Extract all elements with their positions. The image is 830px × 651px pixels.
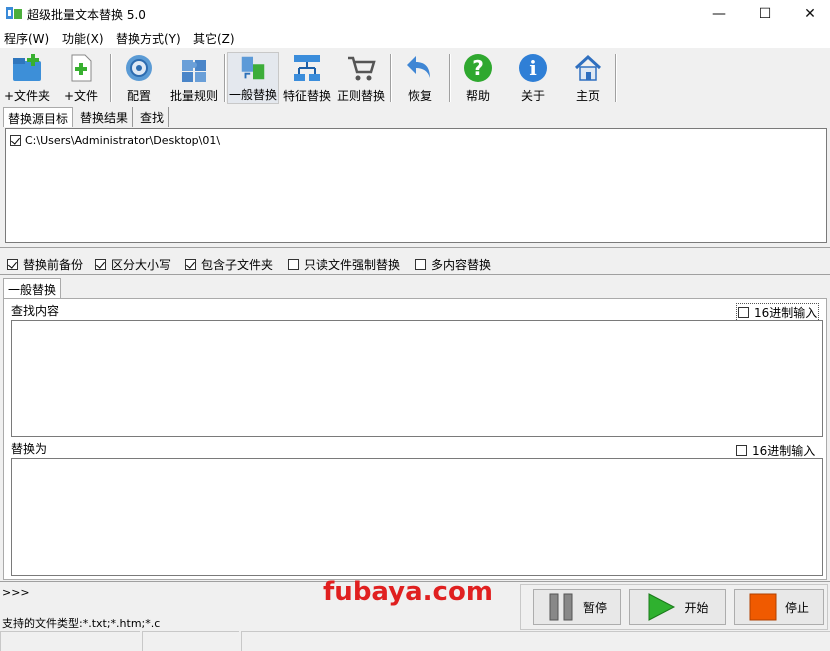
help-icon: ? [464,54,492,82]
stop-icon [749,593,777,621]
file-add-icon [71,54,92,82]
backup-checkbox[interactable] [7,259,18,270]
puzzle-icon [182,60,206,82]
readonly-force-option[interactable]: 只读文件强制替换 [288,256,400,273]
feature-replace-button[interactable]: 特征替换 [281,52,333,104]
network-icon [294,55,320,81]
undo-icon [407,56,430,78]
regex-replace-button[interactable]: 正则替换 [335,52,387,104]
pause-button[interactable]: 暂停 [533,589,621,625]
folder-add-icon [13,54,41,81]
multi-content-checkbox[interactable] [415,259,426,270]
add-file-button[interactable]: +文件 [55,52,107,104]
divider [0,274,830,275]
target-list-item[interactable]: C:\Users\Administrator\Desktop\01\ [10,134,220,147]
window-title: 超级批量文本替换 5.0 [27,8,146,22]
find-label: 查找内容 [11,304,60,318]
toolbar-separator [615,54,617,102]
toolbar-separator [449,54,451,102]
start-button[interactable]: 开始 [629,589,726,625]
subfolders-checkbox[interactable] [185,259,196,270]
status-cell [0,631,140,651]
status-cell [241,631,830,651]
svg-text:i: i [529,56,537,80]
menu-function[interactable]: 功能(X) [62,30,104,47]
toolbar-separator [390,54,392,102]
restore-button[interactable]: 恢复 [394,52,446,104]
supported-file-types: 支持的文件类型:*.txt;*.htm;*.c [2,617,161,630]
tab-find[interactable]: 查找 [136,107,170,127]
divider [0,247,830,248]
cart-icon [348,56,376,81]
menu-program[interactable]: 程序(W) [4,30,49,47]
log-prefix: >>> [2,586,30,599]
svg-text:?: ? [472,56,484,80]
status-cell [142,631,239,651]
app-icon [6,7,22,19]
toolbar-separator [224,54,226,102]
minimize-button[interactable]: — [696,0,742,28]
find-hex-checkbox[interactable] [738,307,749,318]
stop-button[interactable]: 停止 [734,589,824,625]
target-checkbox[interactable] [10,135,21,146]
tab-replace-result[interactable]: 替换结果 [76,107,134,127]
replace-label: 替换为 [11,442,48,456]
target-list[interactable]: C:\Users\Administrator\Desktop\01\ [5,128,827,243]
play-icon [648,593,676,621]
pause-icon [549,593,573,621]
tab-replace-target[interactable]: 替换源目标 [3,107,74,127]
homepage-button[interactable]: 主页 [562,52,614,104]
tab-general-replace[interactable]: 一般替换 [3,278,62,300]
case-sensitive-checkbox[interactable] [95,259,106,270]
general-replace-button[interactable]: 一般替换 [227,52,279,104]
gear-icon [126,55,152,81]
close-button[interactable]: ✕ [787,0,830,28]
batch-rules-button[interactable]: 批量规则 [167,52,221,104]
menu-other[interactable]: 其它(Z) [193,30,235,47]
backup-option[interactable]: 替换前备份 [7,256,83,273]
case-sensitive-option[interactable]: 区分大小写 [95,256,171,273]
watermark: fubaya.com [323,577,493,607]
help-button[interactable]: ? 帮助 [452,52,504,104]
add-folder-button[interactable]: +文件夹 [1,52,53,104]
home-icon [574,54,602,81]
replace-content-input[interactable] [11,458,823,576]
subfolders-option[interactable]: 包含子文件夹 [185,256,273,273]
find-content-input[interactable] [11,320,823,437]
menu-replace-mode[interactable]: 替换方式(Y) [116,30,181,47]
swap-icon [241,56,265,80]
replace-hex-checkbox[interactable] [736,445,747,456]
info-icon: i [519,54,547,82]
config-button[interactable]: 配置 [113,52,165,104]
multi-content-option[interactable]: 多内容替换 [415,256,491,273]
about-button[interactable]: i 关于 [507,52,559,104]
readonly-force-checkbox[interactable] [288,259,299,270]
toolbar-separator [110,54,112,102]
maximize-button[interactable]: ☐ [742,0,788,28]
replace-hex-option[interactable]: 16进制输入 [736,442,815,459]
